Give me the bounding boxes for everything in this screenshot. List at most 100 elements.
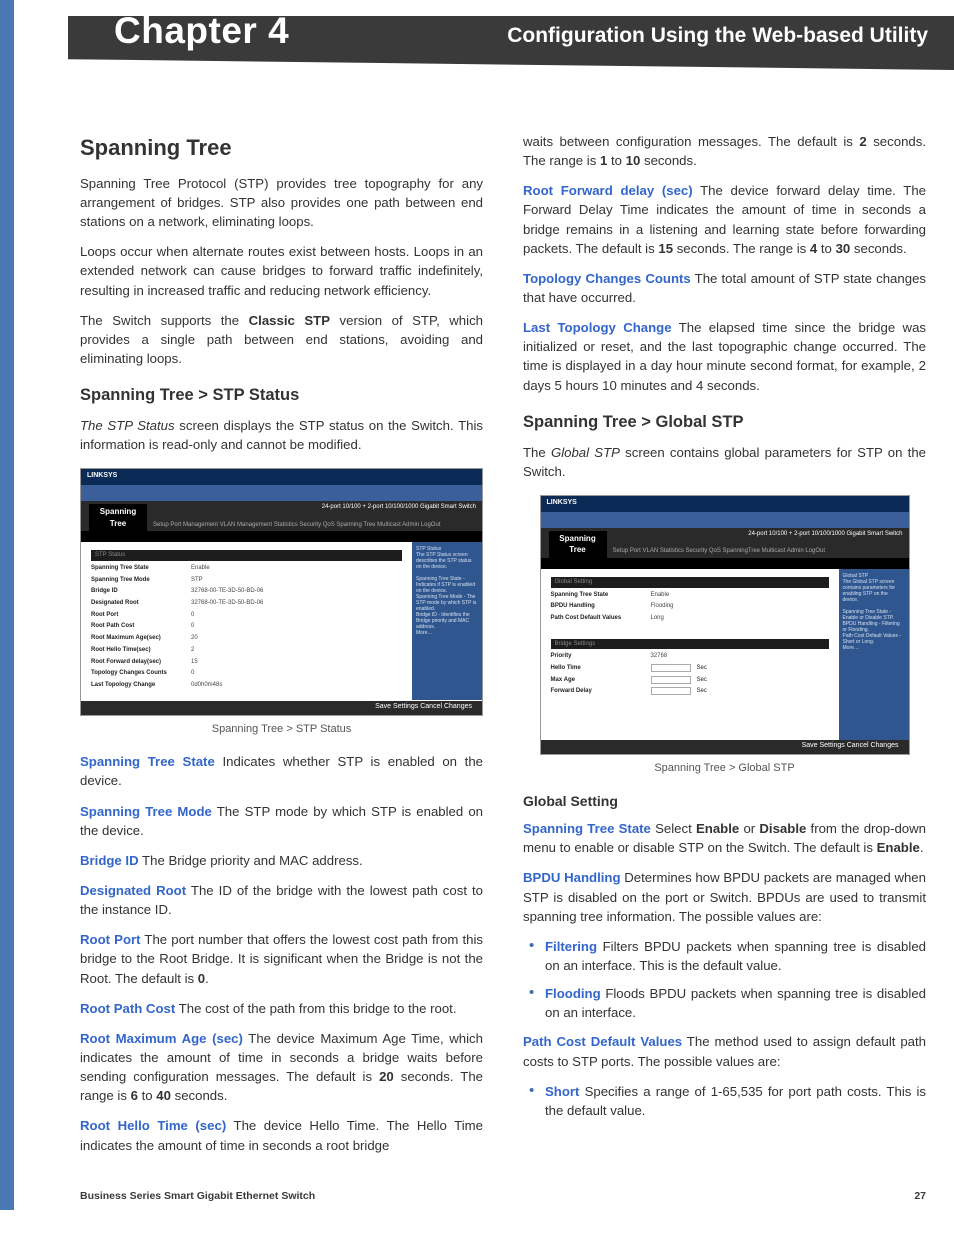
term: Spanning Tree State bbox=[80, 754, 215, 769]
text: seconds. bbox=[171, 1088, 227, 1103]
term: Bridge ID bbox=[80, 853, 139, 868]
fig-k: Spanning Tree State bbox=[91, 564, 191, 573]
fig-main: Global Setting Spanning Tree StateEnable… bbox=[541, 569, 839, 741]
term: Short bbox=[545, 1084, 579, 1099]
fig-v: 0 bbox=[191, 622, 194, 631]
fig-footer: Save Settings Cancel Changes bbox=[541, 740, 909, 754]
bullet-list: Short Specifies a range of 1-65,535 for … bbox=[523, 1082, 926, 1120]
term: Path Cost Default Values bbox=[523, 1034, 682, 1049]
figure-stp-status: LINKSYS 24-port 10/100 + 2-port 10/100/1… bbox=[80, 468, 483, 716]
bold: 15 bbox=[658, 241, 673, 256]
fig-v: 0d0h0m48s bbox=[191, 681, 222, 690]
bold: Classic STP bbox=[249, 313, 330, 328]
fig-v: 0 bbox=[191, 669, 194, 678]
fig-input bbox=[651, 687, 691, 695]
fig-k: Topology Changes Counts bbox=[91, 669, 191, 678]
def: Last Topology Change The elapsed time si… bbox=[523, 318, 926, 395]
h4-global-setting: Global Setting bbox=[523, 791, 926, 811]
fig-k: Root Forward delay(sec) bbox=[91, 658, 191, 667]
text: The Bridge priority and MAC address. bbox=[139, 853, 363, 868]
term: Root Port bbox=[80, 932, 141, 947]
term: Last Topology Change bbox=[523, 320, 672, 335]
fig-v: STP bbox=[191, 576, 203, 585]
fig-k: Root Port bbox=[91, 611, 191, 620]
term: Root Maximum Age (sec) bbox=[80, 1031, 243, 1046]
fig-v: Long bbox=[651, 614, 664, 623]
para: The Switch supports the Classic STP vers… bbox=[80, 311, 483, 368]
fig-k: Root Path Cost bbox=[91, 622, 191, 631]
def: BPDU Handling Determines how BPDU packet… bbox=[523, 868, 926, 925]
fig-brand: LINKSYS bbox=[81, 469, 482, 485]
fig-k: Spanning Tree Mode bbox=[91, 576, 191, 585]
list-item: Filtering Filters BPDU packets when span… bbox=[545, 937, 926, 975]
def: Spanning Tree State Select Enable or Dis… bbox=[523, 819, 926, 857]
def: Root Maximum Age (sec) The device Maximu… bbox=[80, 1029, 483, 1106]
page-footer: Business Series Smart Gigabit Ethernet S… bbox=[60, 1166, 954, 1202]
chapter-number: Chapter 4 bbox=[114, 10, 289, 52]
text: or bbox=[739, 821, 759, 836]
fig-k: Max Age bbox=[551, 676, 651, 685]
fig-stripe bbox=[81, 485, 482, 501]
term: Flooding bbox=[545, 986, 601, 1001]
fig-help: Global STPThe Global STP screen contains… bbox=[839, 569, 909, 741]
term: Spanning Tree Mode bbox=[80, 804, 212, 819]
list-item: Short Specifies a range of 1-65,535 for … bbox=[545, 1082, 926, 1120]
bold: 6 bbox=[131, 1088, 138, 1103]
def: Root Forward delay (sec) The device forw… bbox=[523, 181, 926, 258]
text: seconds. The range is bbox=[673, 241, 810, 256]
fig-k: Designated Root bbox=[91, 599, 191, 608]
text: The port number that offers the lowest c… bbox=[80, 932, 483, 985]
term: Root Path Cost bbox=[80, 1001, 175, 1016]
term: Topology Changes Counts bbox=[523, 271, 691, 286]
fig-tabs: Setup Port Management VLAN Management St… bbox=[153, 521, 440, 532]
bold: 2 bbox=[859, 134, 866, 149]
fig-k: BPDU Handling bbox=[551, 602, 651, 611]
list-item: Flooding Floods BPDU packets when spanni… bbox=[545, 984, 926, 1022]
term: Spanning Tree State bbox=[523, 821, 651, 836]
bold: 0 bbox=[198, 971, 205, 986]
fig-tabbar: SpanningTree Setup Port Management VLAN … bbox=[81, 513, 482, 531]
fig-v: 15 bbox=[191, 658, 198, 667]
fig-k: Path Cost Default Values bbox=[551, 614, 651, 623]
bullet-list: Filtering Filters BPDU packets when span… bbox=[523, 937, 926, 1023]
fig-stripe bbox=[541, 512, 909, 528]
italic: Global STP bbox=[551, 445, 620, 460]
fig-v: 2 bbox=[191, 646, 194, 655]
fig-input bbox=[651, 664, 691, 672]
fig-k: Bridge ID bbox=[91, 587, 191, 596]
fig-v: Flooding bbox=[651, 602, 674, 611]
term: Root Forward delay (sec) bbox=[523, 183, 693, 198]
chapter-title: Configuration Using the Web-based Utilit… bbox=[507, 24, 928, 48]
def: Bridge ID The Bridge priority and MAC ad… bbox=[80, 851, 483, 870]
term: Root Hello Time (sec) bbox=[80, 1118, 226, 1133]
bold: 30 bbox=[836, 241, 851, 256]
fig-tabs: Setup Port VLAN Statistics Security QoS … bbox=[613, 547, 826, 558]
left-accent-strip bbox=[0, 0, 14, 1210]
text: Filters BPDU packets when spanning tree … bbox=[545, 939, 926, 973]
bold: Disable bbox=[759, 821, 806, 836]
fig-v: Enable bbox=[651, 591, 670, 600]
fig-unit: Sec bbox=[697, 687, 707, 696]
term: Designated Root bbox=[80, 883, 186, 898]
def: Root Hello Time (sec) The device Hello T… bbox=[80, 1116, 483, 1154]
para: The Global STP screen contains global pa… bbox=[523, 443, 926, 481]
fig-v: 32768 bbox=[651, 652, 668, 661]
footer-product: Business Series Smart Gigabit Ethernet S… bbox=[80, 1190, 315, 1202]
fig-main: STP Status Spanning Tree StateEnable Spa… bbox=[81, 542, 412, 700]
figure-caption: Spanning Tree > Global STP bbox=[523, 761, 926, 777]
fig-v: Enable bbox=[191, 564, 210, 573]
bold: 10 bbox=[626, 153, 641, 168]
fig-k: Forward Delay bbox=[551, 687, 651, 696]
h3-global-stp: Spanning Tree > Global STP bbox=[523, 411, 926, 435]
def: Spanning Tree Mode The STP mode by which… bbox=[80, 802, 483, 840]
text: The cost of the path from this bridge to… bbox=[175, 1001, 456, 1016]
fig-input bbox=[651, 676, 691, 684]
fig-k: Root Hello Time(sec) bbox=[91, 646, 191, 655]
fig-help: STP StatusThe STP Status screen describe… bbox=[412, 542, 482, 700]
fig-sidetab: SpanningTree bbox=[89, 504, 147, 531]
chapter-header: Chapter 4 Configuration Using the Web-ba… bbox=[58, 0, 954, 84]
column-right: waits between configuration messages. Th… bbox=[523, 132, 926, 1166]
fig-unit: Sec bbox=[697, 676, 707, 685]
fig-k: Priority bbox=[551, 652, 651, 661]
bold: Enable bbox=[877, 840, 920, 855]
